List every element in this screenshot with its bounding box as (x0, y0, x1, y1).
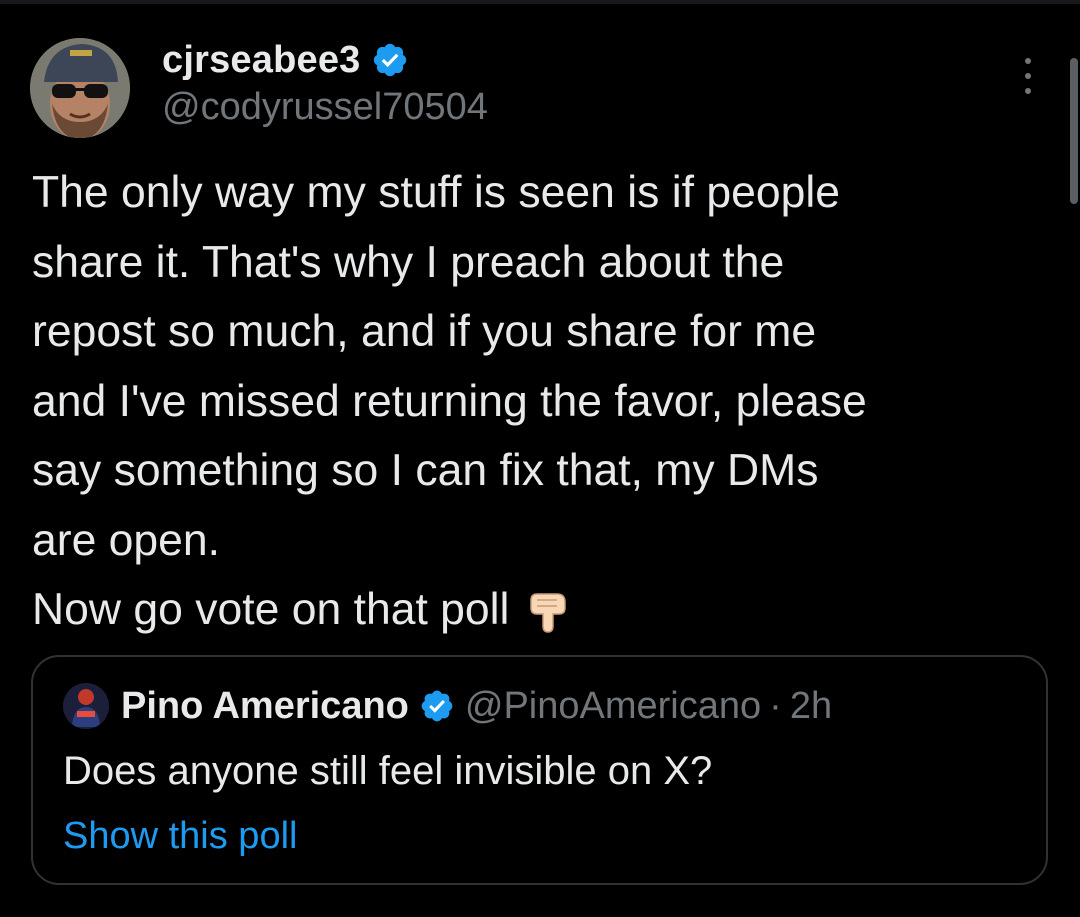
backhand-index-pointing-down-icon (530, 593, 567, 633)
post-text-line: are open. (32, 515, 221, 565)
quoted-post-time[interactable]: 2h (790, 685, 832, 728)
quoted-post-card[interactable]: Pino Americano @PinoAmericano · 2h Does … (31, 655, 1048, 885)
post-text-line: share it. That's why I preach about the (32, 237, 785, 287)
post-text-line: say something so I can fix that, my DMs (32, 446, 819, 495)
author-handle[interactable]: @codyrussel70504 (162, 86, 488, 129)
avatar-photo-icon (30, 38, 130, 138)
show-poll-link[interactable]: Show this poll (63, 815, 297, 858)
quoted-post-text: Does anyone still feel invisible on X? (63, 749, 713, 793)
more-options-button[interactable] (1018, 58, 1038, 94)
more-options-dot (1025, 88, 1031, 94)
scrollbar-thumb[interactable] (1070, 58, 1078, 204)
post-text-line: Now go vote on that poll (32, 585, 510, 634)
quoted-avatar-icon (63, 683, 109, 729)
verified-badge-icon (373, 43, 406, 77)
quoted-author-name[interactable]: Pino Americano (121, 685, 409, 728)
meta-separator: · (769, 684, 782, 727)
post-text-last-line: Now go vote on that poll (32, 575, 1042, 645)
post-text-line: The only way my stuff is seen is if peop… (32, 168, 840, 217)
post-text: The only way my stuff is seen is if peop… (32, 158, 1042, 645)
quoted-post-header: Pino Americano @PinoAmericano · 2h (63, 683, 832, 729)
quoted-author-avatar[interactable] (63, 683, 109, 729)
author-display-name[interactable]: cjrseabee3 (162, 39, 361, 82)
author-name-row[interactable]: cjrseabee3 (162, 36, 409, 84)
verified-badge-icon (421, 690, 453, 722)
author-avatar[interactable] (30, 38, 130, 138)
more-options-dot (1025, 73, 1031, 79)
quoted-author-handle[interactable]: @PinoAmericano (465, 685, 761, 728)
more-options-icon (1025, 58, 1031, 64)
post-text-line: repost so much, and if you share for me (32, 307, 817, 356)
top-divider (0, 0, 1080, 4)
post-text-line: and I've missed returning the favor, ple… (32, 376, 867, 426)
